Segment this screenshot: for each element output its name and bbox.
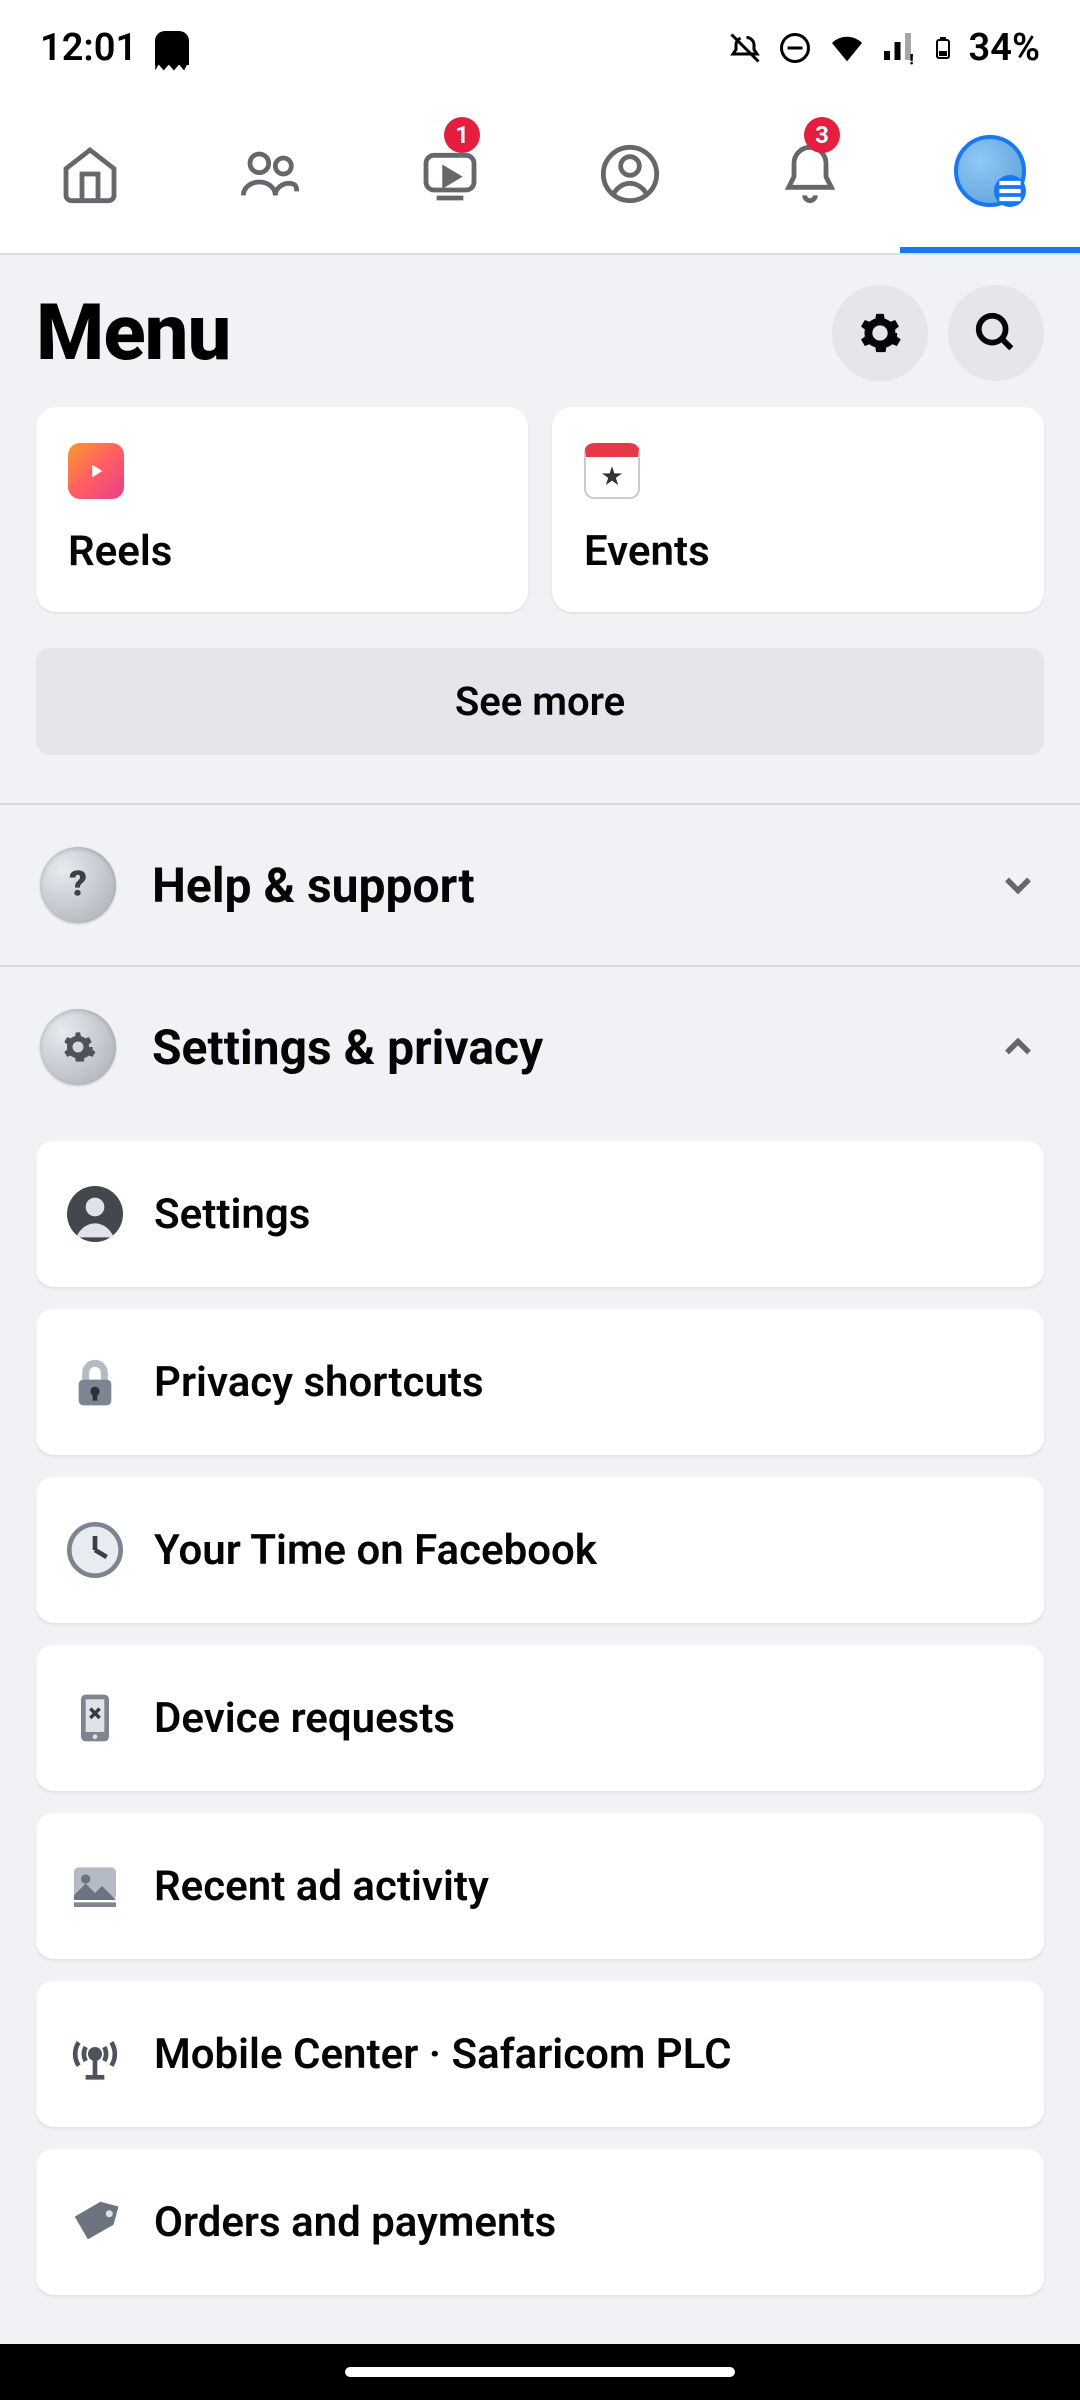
menu-lines-icon bbox=[994, 175, 1026, 207]
profile-icon bbox=[598, 142, 662, 206]
status-time: 12:01 bbox=[40, 26, 137, 70]
see-more-button[interactable]: See more bbox=[36, 648, 1044, 755]
settings-item-label: Privacy shortcuts bbox=[154, 1358, 484, 1407]
settings-item-device-requests[interactable]: Device requests bbox=[36, 1645, 1044, 1791]
phone-icon bbox=[66, 1689, 124, 1747]
help-support-header[interactable]: ? Help & support bbox=[0, 805, 1080, 967]
chevron-up-icon bbox=[996, 1025, 1040, 1069]
settings-item-your-time[interactable]: Your Time on Facebook bbox=[36, 1477, 1044, 1623]
settings-item-privacy-shortcuts[interactable]: Privacy shortcuts bbox=[36, 1309, 1044, 1455]
shortcut-reels[interactable]: Reels bbox=[36, 407, 528, 612]
home-icon bbox=[58, 142, 122, 206]
shortcut-row: Reels ★ Events bbox=[0, 407, 1080, 612]
person-circle-icon bbox=[66, 1185, 124, 1243]
page-header: Menu bbox=[0, 255, 1080, 407]
gear-icon bbox=[40, 1009, 116, 1085]
notifications-badge: 3 bbox=[804, 117, 840, 153]
nav-notifications[interactable]: 3 bbox=[720, 95, 900, 253]
home-handle[interactable] bbox=[345, 2367, 735, 2377]
page-title: Menu bbox=[36, 288, 230, 379]
settings-item-settings[interactable]: Settings bbox=[36, 1141, 1044, 1287]
shortcut-events[interactable]: ★ Events bbox=[552, 407, 1044, 612]
svg-text:?: ? bbox=[69, 864, 87, 905]
chevron-down-icon bbox=[996, 863, 1040, 907]
battery-percent: 34% bbox=[969, 26, 1040, 70]
friends-icon bbox=[238, 142, 302, 206]
settings-item-label: Device requests bbox=[154, 1694, 455, 1743]
settings-privacy-title: Settings & privacy bbox=[152, 1019, 960, 1076]
signal-icon: ! bbox=[881, 30, 917, 66]
status-bar: 12:01 ! 34% bbox=[0, 0, 1080, 95]
system-nav-bar bbox=[0, 2344, 1080, 2400]
shortcut-label: Events bbox=[584, 527, 1012, 576]
wifi-icon bbox=[827, 28, 867, 68]
settings-item-mobile-center[interactable]: Mobile Center · Safaricom PLC bbox=[36, 1981, 1044, 2127]
settings-item-label: Settings bbox=[154, 1190, 310, 1239]
clock-icon bbox=[66, 1521, 124, 1579]
mute-icon bbox=[727, 30, 763, 66]
antenna-icon bbox=[66, 2025, 124, 2083]
nav-home[interactable] bbox=[0, 95, 180, 253]
settings-item-label: Your Time on Facebook bbox=[154, 1526, 597, 1575]
nav-friends[interactable] bbox=[180, 95, 360, 253]
nav-profile[interactable] bbox=[540, 95, 720, 253]
tag-icon bbox=[66, 2193, 124, 2251]
battery-icon bbox=[931, 28, 955, 68]
reels-icon bbox=[68, 443, 124, 499]
avatar-icon bbox=[954, 135, 1026, 207]
help-icon: ? bbox=[40, 847, 116, 923]
svg-text:!: ! bbox=[909, 50, 913, 66]
watch-icon bbox=[418, 142, 482, 206]
settings-item-recent-ads[interactable]: Recent ad activity bbox=[36, 1813, 1044, 1959]
events-icon: ★ bbox=[584, 443, 640, 499]
bell-icon bbox=[778, 142, 842, 206]
nav-watch[interactable]: 1 bbox=[360, 95, 540, 253]
see-more-label: See more bbox=[455, 678, 625, 725]
search-icon bbox=[973, 310, 1019, 356]
top-nav: 1 3 bbox=[0, 95, 1080, 255]
settings-item-label: Recent ad activity bbox=[154, 1862, 489, 1911]
ghost-app-icon bbox=[155, 31, 189, 65]
settings-privacy-header[interactable]: Settings & privacy bbox=[0, 967, 1080, 1127]
dnd-icon bbox=[777, 30, 813, 66]
watch-badge: 1 bbox=[444, 117, 480, 153]
settings-item-label: Mobile Center · Safaricom PLC bbox=[154, 2030, 732, 2079]
gear-icon bbox=[857, 310, 903, 356]
settings-button[interactable] bbox=[832, 285, 928, 381]
image-icon bbox=[66, 1857, 124, 1915]
nav-menu[interactable] bbox=[900, 95, 1080, 253]
settings-item-orders[interactable]: Orders and payments bbox=[36, 2149, 1044, 2295]
settings-item-label: Orders and payments bbox=[154, 2198, 556, 2247]
settings-list: Settings Privacy shortcuts Your Time on … bbox=[0, 1127, 1080, 2295]
lock-icon bbox=[66, 1353, 124, 1411]
shortcut-label: Reels bbox=[68, 527, 496, 576]
search-button[interactable] bbox=[948, 285, 1044, 381]
help-support-title: Help & support bbox=[152, 857, 960, 914]
